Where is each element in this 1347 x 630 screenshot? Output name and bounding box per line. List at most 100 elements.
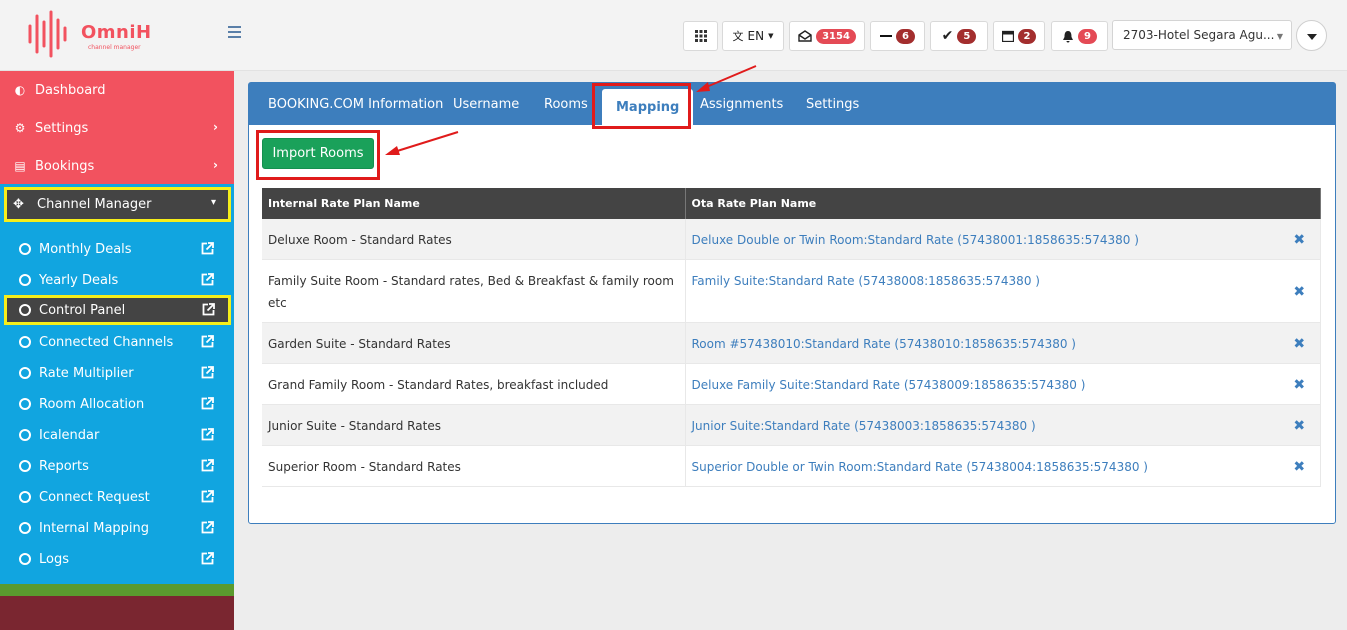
external-link-icon bbox=[201, 335, 214, 348]
messages-button[interactable]: 3154 bbox=[789, 21, 865, 51]
remove-mapping-icon[interactable]: ✖ bbox=[1278, 363, 1321, 405]
external-link-icon bbox=[202, 303, 215, 316]
table-row: Family Suite Room - Standard rates, Bed … bbox=[262, 259, 1321, 323]
sidebar-sub-label: Rate Multiplier bbox=[39, 365, 134, 381]
table-row: Garden Suite - Standard Rates Room #5743… bbox=[262, 322, 1321, 364]
circle-icon bbox=[19, 274, 31, 286]
sidebar-sub-rate-multiplier[interactable]: Rate Multiplier bbox=[0, 358, 234, 388]
circle-icon bbox=[19, 304, 31, 316]
user-menu-button[interactable] bbox=[1296, 20, 1327, 51]
external-link-icon bbox=[201, 397, 214, 410]
hotel-select-value: 2703-Hotel Segara Agu... bbox=[1123, 28, 1275, 42]
messages-badge: 3154 bbox=[816, 28, 856, 44]
sidebar-sub-logs[interactable]: Logs bbox=[0, 544, 234, 574]
sidebar-sub-room-allocation[interactable]: Room Allocation bbox=[0, 389, 234, 419]
circle-icon bbox=[19, 398, 31, 410]
sidebar-sub-icalendar[interactable]: Icalendar bbox=[0, 420, 234, 450]
grid-icon bbox=[694, 30, 707, 42]
sidebar-item-label: Bookings bbox=[35, 158, 95, 174]
ota-rate-link[interactable]: Junior Suite:Standard Rate (57438003:185… bbox=[692, 419, 1036, 433]
notifications-badge: 9 bbox=[1078, 28, 1097, 44]
apps-grid-button[interactable] bbox=[683, 21, 718, 51]
sidebar-sub-yearly-deals[interactable]: Yearly Deals bbox=[0, 265, 234, 295]
ota-rate-link[interactable]: Family Suite:Standard Rate (57438008:185… bbox=[692, 274, 1040, 288]
chevron-right-icon: › bbox=[213, 158, 218, 172]
sidebar-sub-monthly-deals[interactable]: Monthly Deals bbox=[0, 234, 234, 264]
circle-icon bbox=[19, 336, 31, 348]
translate-icon: 文 bbox=[732, 30, 744, 43]
minus-badge: 6 bbox=[896, 28, 915, 44]
external-link-icon bbox=[201, 428, 214, 441]
external-link-icon bbox=[201, 366, 214, 379]
sidebar-item-bookings[interactable]: ▤ Bookings › bbox=[0, 148, 234, 184]
external-link-icon bbox=[201, 552, 214, 565]
remove-mapping-icon[interactable]: ✖ bbox=[1278, 322, 1321, 364]
sidebar-sub-label: Reports bbox=[39, 458, 89, 474]
remove-mapping-icon[interactable]: ✖ bbox=[1278, 259, 1321, 323]
annotation-arrow-icon bbox=[696, 65, 757, 92]
tab-settings[interactable]: Settings bbox=[806, 83, 859, 125]
check-counter-button[interactable]: ✔ 5 bbox=[930, 21, 988, 51]
calendar-icon bbox=[1001, 30, 1014, 42]
circle-icon bbox=[19, 460, 31, 472]
minus-icon bbox=[880, 35, 893, 37]
sidebar-sub-internal-mapping[interactable]: Internal Mapping bbox=[0, 513, 234, 543]
circle-icon bbox=[19, 367, 31, 379]
column-header: Ota Rate Plan Name bbox=[685, 188, 1321, 219]
column-header: Internal Rate Plan Name bbox=[262, 188, 686, 219]
table-row: Superior Room - Standard Rates Superior … bbox=[262, 445, 1321, 487]
ota-rate-link[interactable]: Room #57438010:Standard Rate (57438010:1… bbox=[692, 337, 1077, 351]
chevron-down-icon: ▾ bbox=[210, 197, 216, 208]
calendar-badge: 2 bbox=[1017, 28, 1037, 44]
calendar-counter-button[interactable]: 2 bbox=[993, 21, 1045, 51]
brand-name: OmniH bbox=[81, 22, 152, 43]
external-link-icon bbox=[201, 459, 214, 472]
import-rooms-button[interactable]: Import Rooms bbox=[262, 138, 374, 169]
sidebar-footer bbox=[0, 596, 234, 630]
internal-rate-cell: Junior Suite - Standard Rates bbox=[262, 404, 686, 446]
remove-mapping-icon[interactable]: ✖ bbox=[1278, 445, 1321, 487]
menu-toggle-icon[interactable] bbox=[228, 26, 241, 38]
sidebar-sub-connected-channels[interactable]: Connected Channels bbox=[0, 327, 234, 357]
internal-rate-cell: Superior Room - Standard Rates bbox=[262, 445, 686, 487]
language-dropdown[interactable]: 文 EN ▼ bbox=[722, 21, 784, 51]
sidebar: ◐ Dashboard ⚙ Settings › ▤ Bookings › ✥ … bbox=[0, 71, 234, 630]
sidebar-sub-label: Internal Mapping bbox=[39, 520, 150, 536]
hotel-select[interactable]: 2703-Hotel Segara Agu... ▼ bbox=[1112, 20, 1292, 50]
sidebar-item-dashboard[interactable]: ◐ Dashboard bbox=[0, 72, 234, 108]
mapping-tab-highlight bbox=[592, 83, 691, 129]
remove-mapping-icon[interactable]: ✖ bbox=[1278, 219, 1321, 260]
notifications-button[interactable]: 9 bbox=[1051, 21, 1108, 51]
ota-rate-link[interactable]: Deluxe Family Suite:Standard Rate (57438… bbox=[692, 378, 1086, 392]
annotation-arrow-icon bbox=[385, 131, 459, 155]
tab-booking-info[interactable]: BOOKING.COM Information bbox=[268, 83, 443, 125]
external-link-icon bbox=[201, 521, 214, 534]
sidebar-sub-reports[interactable]: Reports bbox=[0, 451, 234, 481]
sidebar-sub-control-panel[interactable]: Control Panel bbox=[4, 295, 231, 325]
tab-rooms[interactable]: Rooms bbox=[544, 83, 588, 125]
external-link-icon bbox=[201, 242, 214, 255]
top-bar: OmniH channel manager 文 EN ▼ 3154 6 ✔ 5 … bbox=[0, 0, 1347, 71]
caret-down-icon: ▼ bbox=[768, 32, 774, 40]
envelope-open-icon bbox=[798, 30, 812, 42]
ota-rate-link[interactable]: Superior Double or Twin Room:Standard Ra… bbox=[692, 460, 1148, 474]
logo-icon bbox=[28, 10, 67, 58]
tab-username[interactable]: Username bbox=[453, 83, 519, 125]
circle-icon bbox=[19, 429, 31, 441]
sidebar-sub-label: Icalendar bbox=[39, 427, 100, 443]
sidebar-sub-label: Room Allocation bbox=[39, 396, 145, 412]
external-link-icon bbox=[201, 490, 214, 503]
minus-counter-button[interactable]: 6 bbox=[870, 21, 925, 51]
sidebar-item-label: Channel Manager bbox=[37, 197, 152, 212]
sidebar-item-settings[interactable]: ⚙ Settings › bbox=[0, 110, 234, 146]
sidebar-footer-stripe bbox=[0, 584, 234, 596]
ota-rate-link[interactable]: Deluxe Double or Twin Room:Standard Rate… bbox=[692, 233, 1139, 247]
sidebar-item-channel-manager[interactable]: ✥ Channel Manager ▾ bbox=[4, 187, 231, 222]
mapping-table: Internal Rate Plan Name Ota Rate Plan Na… bbox=[262, 188, 1321, 487]
chevron-right-icon: › bbox=[213, 120, 218, 134]
brand-logo[interactable]: OmniH channel manager bbox=[26, 10, 166, 58]
sidebar-sub-connect-request[interactable]: Connect Request bbox=[0, 482, 234, 512]
table-row: Deluxe Room - Standard Rates Deluxe Doub… bbox=[262, 219, 1321, 260]
remove-mapping-icon[interactable]: ✖ bbox=[1278, 404, 1321, 446]
language-label: EN bbox=[747, 29, 765, 43]
